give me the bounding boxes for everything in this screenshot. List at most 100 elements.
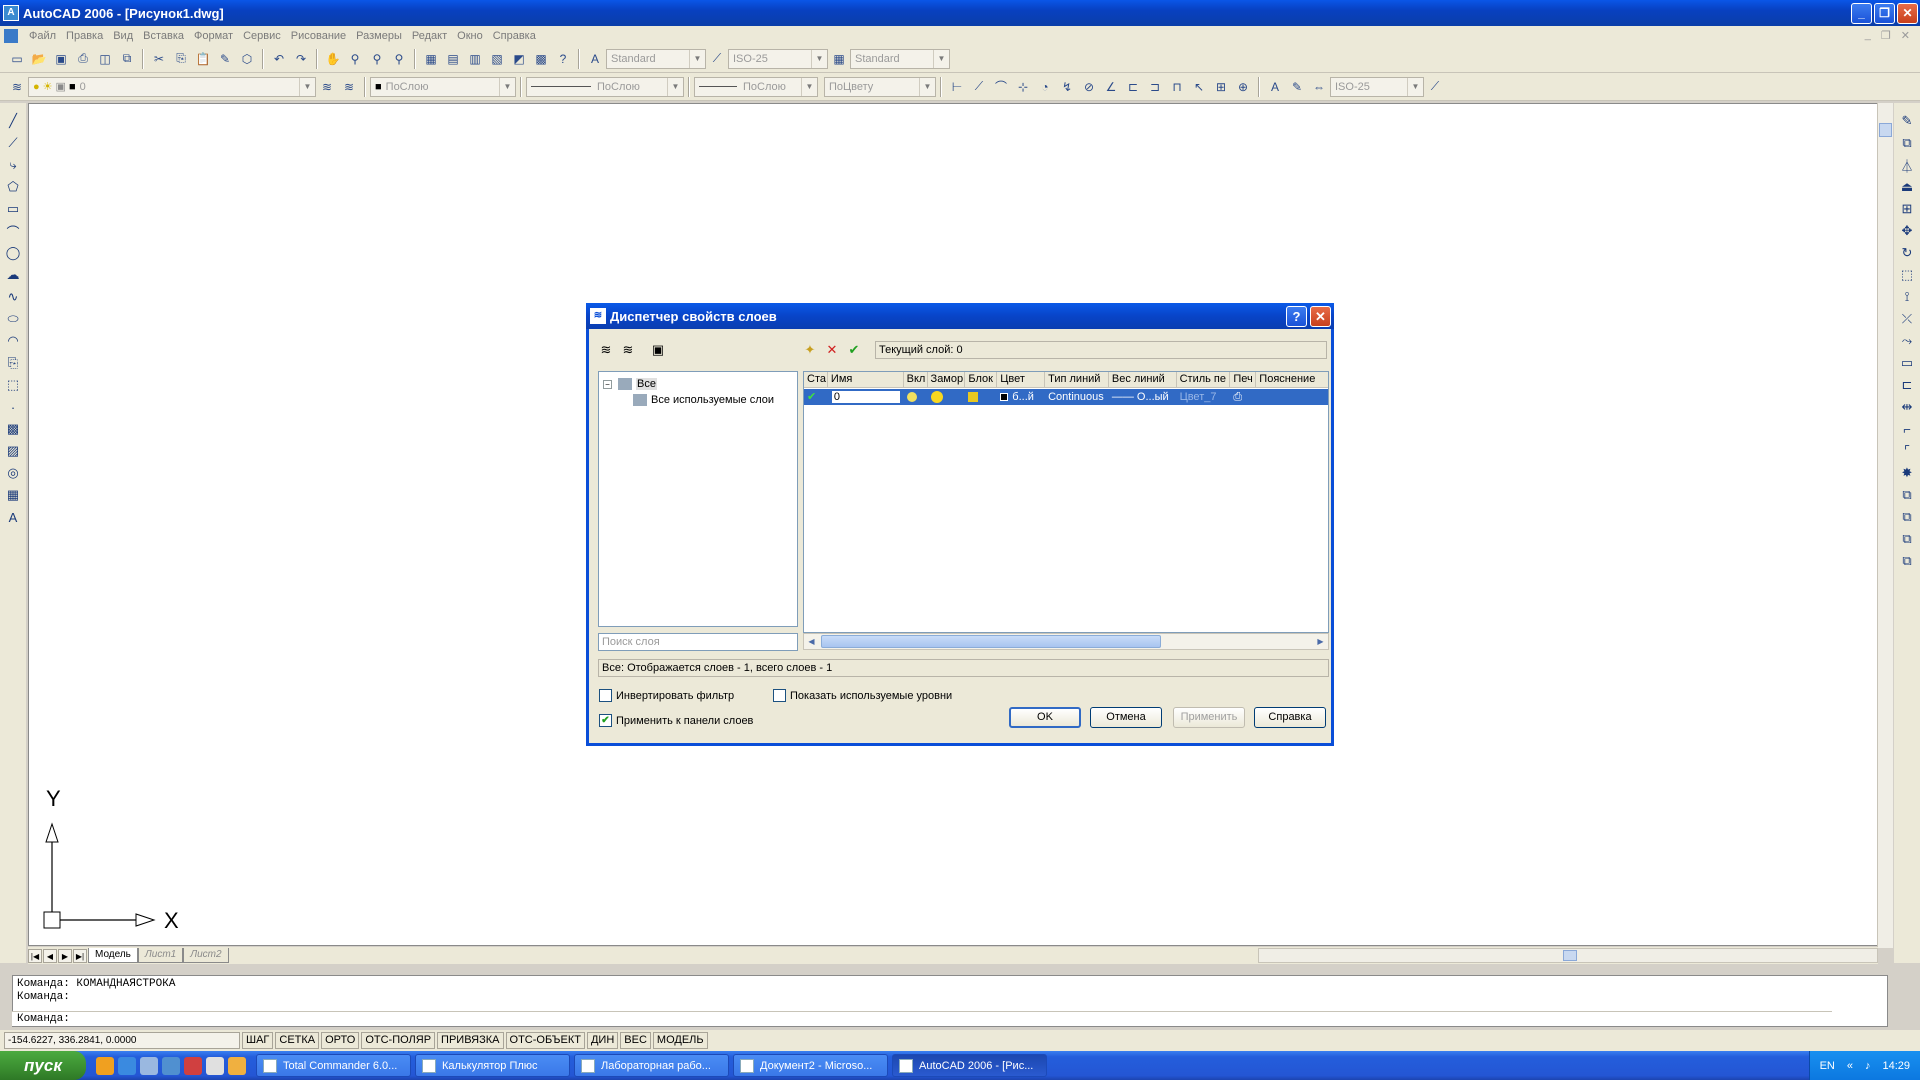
angular-dim-icon[interactable]: ∠ bbox=[1101, 77, 1121, 97]
ellipse-icon[interactable]: ⬭ bbox=[3, 309, 23, 329]
ie-icon[interactable] bbox=[118, 1056, 136, 1075]
set-current-icon[interactable]: ✔ bbox=[845, 341, 863, 359]
layer-list-scrollbar[interactable]: ◀ ▶ bbox=[803, 633, 1329, 650]
filter-tree[interactable]: − Все Все используемые слои bbox=[598, 371, 798, 627]
bring-above-icon[interactable]: ⧉ bbox=[1897, 529, 1917, 549]
multiline-text-icon[interactable]: A bbox=[3, 507, 23, 527]
polygon-icon[interactable]: ⬠ bbox=[3, 177, 23, 197]
help-button[interactable]: Справка bbox=[1254, 707, 1326, 728]
drive-icon[interactable] bbox=[206, 1056, 224, 1075]
baseline-dim-icon[interactable]: ⊐ bbox=[1145, 77, 1165, 97]
markup-icon[interactable]: ◩ bbox=[509, 49, 529, 69]
layer-name-edit[interactable]: 0 bbox=[830, 390, 901, 404]
stretch-icon[interactable]: ⟟ bbox=[1897, 287, 1917, 307]
menu-file[interactable]: Файл bbox=[24, 30, 61, 42]
prev-tab-button[interactable]: ◀ bbox=[43, 948, 57, 963]
dim-style-icon[interactable]: ⟋ bbox=[707, 49, 727, 69]
first-tab-button[interactable]: |◀ bbox=[28, 948, 42, 963]
menu-view[interactable]: Вид bbox=[108, 30, 138, 42]
doc-minimize-button[interactable]: _ bbox=[1865, 29, 1871, 42]
break-icon[interactable]: ⊏ bbox=[1897, 375, 1917, 395]
checkbox-box[interactable] bbox=[773, 689, 786, 702]
zoom-window-icon[interactable]: ⚲ bbox=[367, 49, 387, 69]
last-tab-button[interactable]: ▶| bbox=[73, 948, 87, 963]
tool-palettes-icon[interactable]: ▥ bbox=[465, 49, 485, 69]
column-lock[interactable]: Блок bbox=[965, 372, 998, 387]
layer-combo[interactable]: ● ☀ ▣ ■ 0 ▼ bbox=[28, 76, 316, 97]
app-icon[interactable] bbox=[184, 1056, 202, 1075]
column-plot-style[interactable]: Стиль пе bbox=[1177, 372, 1231, 387]
layer-description-cell[interactable] bbox=[1256, 389, 1328, 405]
jogged-dim-icon[interactable]: ↯ bbox=[1057, 77, 1077, 97]
column-linetype[interactable]: Тип линий bbox=[1045, 372, 1109, 387]
scroll-thumb[interactable] bbox=[1563, 950, 1577, 961]
task-lab-work[interactable]: Лабораторная рабо... bbox=[574, 1054, 729, 1077]
task-document2[interactable]: Документ2 - Microso... bbox=[733, 1054, 888, 1077]
lineweight-toggle[interactable]: ВЕС bbox=[620, 1032, 651, 1049]
layer-lock-cell[interactable] bbox=[965, 389, 997, 405]
horizontal-scrollbar[interactable] bbox=[1258, 948, 1878, 963]
vertical-scrollbar[interactable] bbox=[1877, 103, 1893, 948]
column-status[interactable]: Ста bbox=[804, 372, 828, 387]
dialog-help-button[interactable]: ? bbox=[1286, 305, 1307, 327]
command-input[interactable]: Команда: bbox=[12, 1011, 1832, 1026]
layer-states-icon[interactable]: ▣ bbox=[649, 341, 667, 359]
color-combo[interactable]: ■ ПоСлою ▼ bbox=[370, 76, 516, 97]
firefox-icon[interactable] bbox=[228, 1056, 246, 1075]
table-style-combo[interactable]: Standard ▼ bbox=[850, 48, 950, 69]
apply-button[interactable]: Применить bbox=[1173, 707, 1245, 728]
linear-dim-icon[interactable]: ⊢ bbox=[947, 77, 967, 97]
ok-button[interactable]: OK bbox=[1009, 707, 1081, 728]
dyn-toggle[interactable]: ДИН bbox=[586, 1032, 619, 1049]
linetype-combo[interactable]: ПоСлою ▼ bbox=[526, 76, 684, 97]
task-autocad[interactable]: AutoCAD 2006 - [Рис... bbox=[892, 1054, 1047, 1077]
task-calculator[interactable]: Калькулятор Плюс bbox=[415, 1054, 570, 1077]
layer-name-cell[interactable]: 0 bbox=[828, 389, 904, 405]
spline-icon[interactable]: ∿ bbox=[3, 287, 23, 307]
layer-color-cell[interactable]: б...й bbox=[997, 389, 1045, 405]
scroll-thumb[interactable] bbox=[1879, 123, 1892, 137]
polar-toggle[interactable]: ОТС-ПОЛЯР bbox=[361, 1032, 436, 1049]
calculator-icon[interactable]: ▩ bbox=[531, 49, 551, 69]
point-icon[interactable]: · bbox=[3, 397, 23, 417]
tree-node-used[interactable]: Все используемые слои bbox=[603, 392, 793, 408]
osnap-toggle[interactable]: ПРИВЯЗКА bbox=[437, 1032, 504, 1049]
diameter-dim-icon[interactable]: ⊘ bbox=[1079, 77, 1099, 97]
menu-dimension[interactable]: Размеры bbox=[351, 30, 407, 42]
doc-restore-button[interactable]: ❐ bbox=[1881, 29, 1891, 42]
column-on[interactable]: Вкл bbox=[904, 372, 928, 387]
new-group-filter-icon[interactable]: ≋ bbox=[619, 341, 637, 359]
rotate-icon[interactable]: ↻ bbox=[1897, 243, 1917, 263]
extend-icon[interactable]: ⤳ bbox=[1897, 331, 1917, 351]
layer-row[interactable]: ✔ 0 б...й Continuous —— О...ый Цвет_7 ⎙ bbox=[804, 389, 1328, 405]
plot-style-combo[interactable]: ПоЦвету ▼ bbox=[824, 76, 936, 97]
invert-filter-checkbox[interactable]: Инвертировать фильтр bbox=[599, 689, 734, 702]
insert-block-icon[interactable]: ⎘ bbox=[3, 353, 23, 373]
make-current-layer-icon[interactable]: ≋ bbox=[317, 77, 337, 97]
zoom-previous-icon[interactable]: ⚲ bbox=[389, 49, 409, 69]
table-icon[interactable]: ▦ bbox=[3, 485, 23, 505]
minimize-button[interactable]: _ bbox=[1851, 2, 1872, 24]
table-style-icon[interactable]: ▦ bbox=[829, 49, 849, 69]
menu-edit[interactable]: Правка bbox=[61, 30, 108, 42]
gradient-icon[interactable]: ▨ bbox=[3, 441, 23, 461]
region-icon[interactable]: ◎ bbox=[3, 463, 23, 483]
dim-text-edit-icon[interactable]: ✎ bbox=[1287, 77, 1307, 97]
layer-linetype-cell[interactable]: Continuous bbox=[1045, 389, 1109, 405]
close-button[interactable]: ✕ bbox=[1897, 2, 1918, 24]
scroll-thumb[interactable] bbox=[821, 635, 1161, 648]
polyline-icon[interactable]: ⤷ bbox=[3, 155, 23, 175]
block-editor-icon[interactable]: ⬡ bbox=[237, 49, 257, 69]
break-at-point-icon[interactable]: ▭ bbox=[1897, 353, 1917, 373]
layer-previous-icon[interactable]: ≋ bbox=[339, 77, 359, 97]
rectangle-icon[interactable]: ▭ bbox=[3, 199, 23, 219]
leader-icon[interactable]: ↖ bbox=[1189, 77, 1209, 97]
language-indicator[interactable]: EN bbox=[1820, 1060, 1835, 1072]
cut-icon[interactable]: ✂ bbox=[149, 49, 169, 69]
collapse-icon[interactable]: − bbox=[603, 379, 612, 389]
lightning-icon[interactable] bbox=[96, 1056, 114, 1075]
lineweight-combo[interactable]: ПоСлою ▼ bbox=[694, 76, 818, 97]
publish-icon[interactable]: ⧉ bbox=[117, 49, 137, 69]
send-under-icon[interactable]: ⧉ bbox=[1897, 551, 1917, 571]
next-tab-button[interactable]: ▶ bbox=[58, 948, 72, 963]
